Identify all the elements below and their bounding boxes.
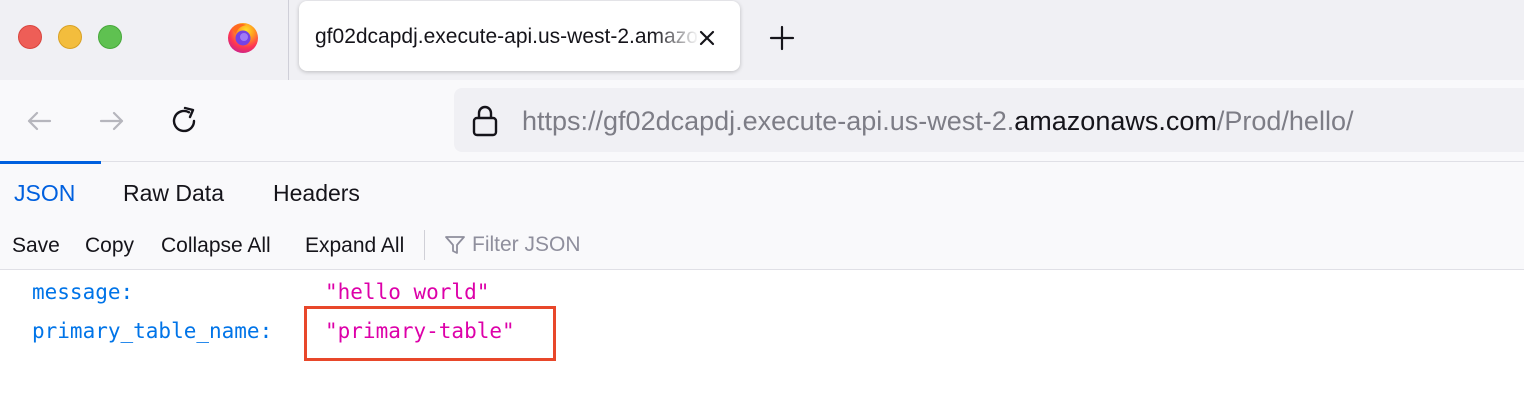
json-viewer-tabs: JSON Raw Data Headers <box>0 161 1524 221</box>
reload-icon[interactable] <box>167 104 201 138</box>
filter-icon <box>445 236 465 254</box>
json-key: message: <box>32 280 134 304</box>
forward-arrow-icon[interactable] <box>95 104 129 138</box>
tab-headers[interactable]: Headers <box>273 180 360 207</box>
json-toolbar: Save Copy Collapse All Expand All <box>0 220 1524 270</box>
filter-json-input[interactable] <box>472 230 872 260</box>
minimize-window-button[interactable] <box>58 25 82 49</box>
json-value: "hello world" <box>325 280 490 304</box>
collapse-all-button[interactable]: Collapse All <box>161 234 271 258</box>
json-row[interactable]: primary_table_name: "primary-table" <box>0 311 1524 351</box>
tab-separator <box>288 0 289 80</box>
lock-icon[interactable] <box>470 104 500 138</box>
url-domain: amazonaws.com <box>1014 106 1217 136</box>
expand-all-button[interactable]: Expand All <box>305 234 404 258</box>
toolbar-separator <box>424 230 425 260</box>
url-path: /Prod/hello/ <box>1216 106 1354 136</box>
tab-raw-data[interactable]: Raw Data <box>123 180 224 207</box>
tab-title: gf02dcapdj.execute-api.us-west-2.amazona… <box>315 25 699 48</box>
tab-bar: gf02dcapdj.execute-api.us-west-2.amazona… <box>0 0 1524 80</box>
zoom-window-button[interactable] <box>98 25 122 49</box>
save-button[interactable]: Save <box>12 234 60 258</box>
close-icon[interactable] <box>695 26 719 50</box>
url-text[interactable]: https://gf02dcapdj.execute-api.us-west-2… <box>522 106 1353 137</box>
navigation-bar: https://gf02dcapdj.execute-api.us-west-2… <box>0 80 1524 161</box>
close-window-button[interactable] <box>18 25 42 49</box>
copy-button[interactable]: Copy <box>85 234 134 258</box>
active-tab-indicator <box>0 161 101 164</box>
address-bar[interactable]: https://gf02dcapdj.execute-api.us-west-2… <box>454 88 1524 152</box>
back-arrow-icon[interactable] <box>22 104 56 138</box>
highlight-annotation-box <box>304 306 556 361</box>
browser-tab[interactable]: gf02dcapdj.execute-api.us-west-2.amazona… <box>299 1 740 71</box>
url-prefix: https://gf02dcapdj.execute-api.us-west-2… <box>522 106 1015 136</box>
json-row[interactable]: message: "hello world" <box>0 272 1524 312</box>
firefox-icon <box>228 23 258 53</box>
plus-icon[interactable] <box>767 23 797 53</box>
tab-json[interactable]: JSON <box>14 180 75 207</box>
json-key: primary_table_name: <box>32 319 273 343</box>
